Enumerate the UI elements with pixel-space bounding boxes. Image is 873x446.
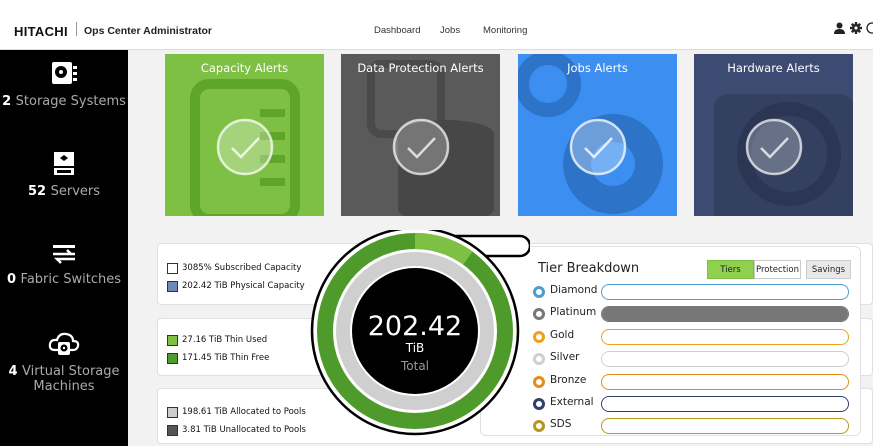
sidebar-item-fabric-switches[interactable]: 0 Fabric Switches <box>0 242 128 287</box>
tier-bar <box>601 373 849 390</box>
servers-label: Servers <box>50 184 101 199</box>
tier-dot-icon <box>533 353 545 366</box>
gear-icon[interactable] <box>850 22 862 37</box>
sidebar: 2 Storage Systems 52 Servers 0 Fabric Sw… <box>0 50 128 446</box>
tier-bar <box>601 396 849 412</box>
data-protection-alerts-title: Data Protection Alerts <box>357 61 484 75</box>
hardware-alerts-tile[interactable]: Hardware Alerts <box>694 54 853 216</box>
tier-label: Platinum <box>550 306 597 319</box>
tier-label: Diamond <box>550 284 598 296</box>
nav-monitoring[interactable]: Monitoring <box>483 25 527 36</box>
thin-free-text: 171.45 TiB Thin Free <box>182 353 270 363</box>
tier-bar <box>601 418 849 435</box>
tier-label: Silver <box>550 351 580 364</box>
tier-label: Gold <box>550 328 575 341</box>
physical-swatch <box>167 281 178 292</box>
jobs-alerts-title: Jobs Alerts <box>567 61 628 75</box>
total-capacity-donut: 202.42 TiB Total <box>310 230 530 436</box>
hardware-alerts-title: Hardware Alerts <box>727 61 820 75</box>
unallocated-swatch <box>167 425 178 436</box>
physical-capacity-text: 202.42 TiB Physical Capacity <box>182 281 305 291</box>
jobs-alerts-tile[interactable]: Jobs Alerts <box>518 54 677 216</box>
tier-bar <box>601 328 849 345</box>
fabric-switches-label: Fabric Switches <box>20 272 122 287</box>
allocated-text: 198.61 TiB Allocated to Pools <box>182 407 306 417</box>
capacity-alerts-tile[interactable]: Capacity Alerts <box>165 54 324 216</box>
donut-unit: TiB <box>405 341 425 355</box>
sidebar-item-storage-systems[interactable]: 2 Storage Systems <box>0 60 128 109</box>
capacity-check-icon <box>216 118 273 176</box>
sidebar-item-virtual-storage-machines[interactable]: 4 Virtual Storage Machines <box>0 330 128 394</box>
virtual-storage-label: Virtual Storage Machines <box>22 364 120 394</box>
sidebar-item-servers[interactable]: 52 Servers <box>0 150 128 199</box>
unallocated-text: 3.81 TiB Unallocated to Pools <box>182 425 306 435</box>
tier-breakdown-title: Tier Breakdown <box>538 261 640 276</box>
tier-bar <box>601 306 849 323</box>
tier-dot-icon <box>533 286 545 298</box>
thin-free-swatch <box>167 353 178 364</box>
thin-used-text: 27.16 TiB Thin Used <box>182 335 268 345</box>
data-protection-alerts-tile[interactable]: Data Protection Alerts <box>341 54 500 216</box>
server-icon <box>54 152 74 175</box>
tier-dot-icon <box>533 375 545 388</box>
donut-label: Total <box>400 359 429 373</box>
jobs-check-icon <box>569 118 626 176</box>
nav-jobs[interactable]: Jobs <box>440 25 460 36</box>
thin-used-swatch <box>167 335 178 346</box>
switch-icon <box>53 245 75 264</box>
protection-button[interactable]: Protection <box>754 260 801 279</box>
tier-dot-icon <box>533 330 545 343</box>
tier-breakdown-panel: Tier Breakdown Tiers Protection Savings … <box>480 246 861 436</box>
fabric-switches-count: 0 <box>6 272 21 287</box>
tier-label: External <box>550 396 594 408</box>
help-icon[interactable] <box>866 22 873 37</box>
tiers-button[interactable]: Tiers <box>707 260 754 279</box>
storage-icon <box>52 62 77 84</box>
subscribed-swatch <box>167 263 178 274</box>
storage-systems-label: Storage Systems <box>15 94 126 109</box>
tier-label: Bronze <box>550 373 587 386</box>
brand-logo[interactable]: HITACHI <box>14 24 68 39</box>
tier-dot-icon <box>533 420 545 433</box>
top-bar: HITACHI Ops Center Administrator Dashboa… <box>0 0 873 50</box>
virtual-storage-count: 4 <box>8 364 23 379</box>
subscribed-capacity-text: 3085% Subscribed Capacity <box>182 263 302 273</box>
tier-dot-icon <box>533 398 545 410</box>
tier-bar <box>601 284 849 300</box>
capacity-alerts-title: Capacity Alerts <box>200 61 289 75</box>
cloud-storage-icon <box>48 332 80 355</box>
data-protection-check-icon <box>392 118 449 176</box>
tier-bar-fill <box>602 307 848 322</box>
logo-divider <box>76 22 77 36</box>
donut-value: 202.42 <box>368 311 462 342</box>
user-icon[interactable] <box>834 22 845 37</box>
tier-bar <box>601 351 849 368</box>
savings-button[interactable]: Savings <box>806 260 851 279</box>
app-name: Ops Center Administrator <box>84 25 212 37</box>
servers-count: 52 <box>27 184 51 199</box>
hardware-check-icon <box>745 118 802 176</box>
storage-systems-count: 2 <box>2 94 16 109</box>
tier-label: SDS <box>550 418 572 431</box>
nav-dashboard[interactable]: Dashboard <box>374 25 420 36</box>
allocated-swatch <box>167 407 178 418</box>
tier-dot-icon <box>533 308 545 321</box>
